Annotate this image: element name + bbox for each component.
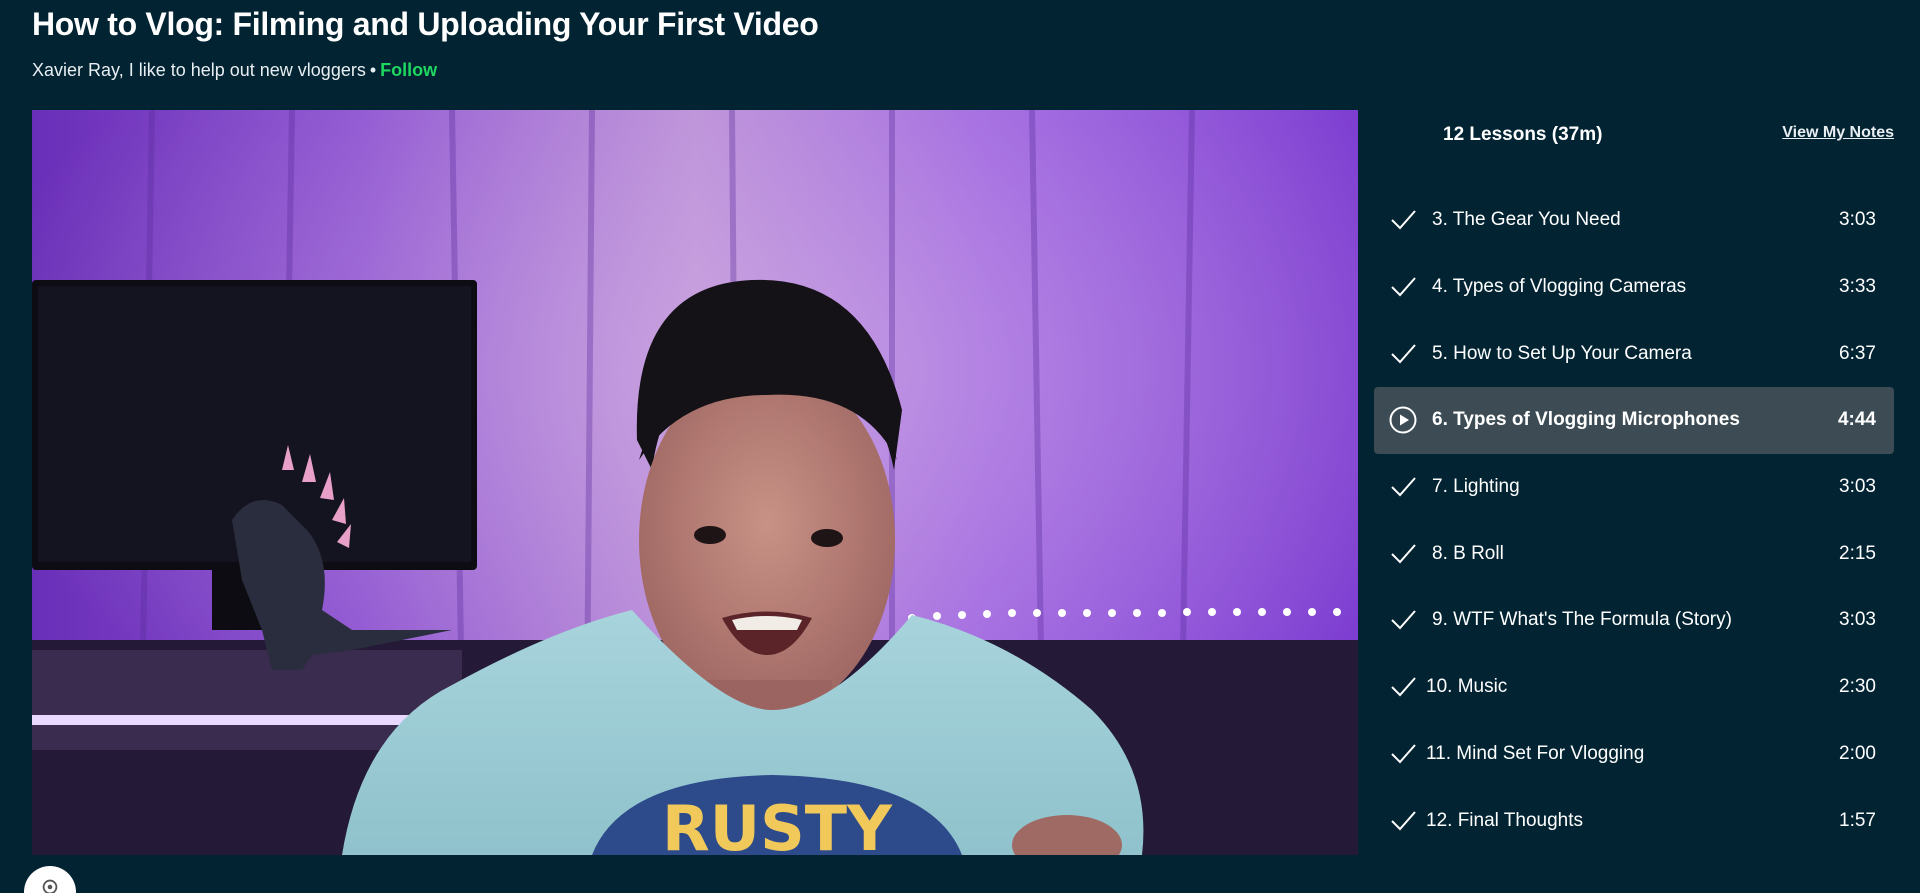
lesson-duration: 2:00	[1839, 742, 1876, 764]
check-icon	[1388, 272, 1418, 302]
lesson-title: 5. How to Set Up Your Camera	[1432, 342, 1692, 364]
check-icon	[1388, 806, 1418, 836]
lessons-count-header: 12 Lessons (37m)	[1443, 124, 1603, 145]
video-player[interactable]: RUSTY	[32, 110, 1358, 855]
lesson-title: 4. Types of Vlogging Cameras	[1432, 276, 1687, 298]
lesson-duration: 3:33	[1839, 276, 1876, 298]
lesson-title: 9. WTF What's The Formula (Story)	[1432, 609, 1732, 631]
check-icon	[1388, 672, 1418, 702]
lesson-item[interactable]: 10. Music 2:30	[1374, 654, 1894, 721]
byline-separator: •	[369, 60, 377, 80]
lesson-title: 12. Final Thoughts	[1426, 809, 1584, 831]
check-icon	[1388, 472, 1418, 502]
video-frame: RUSTY	[32, 110, 1358, 855]
lesson-list: 3. The Gear You Need 3:03 4. Types of Vl…	[1374, 187, 1894, 854]
check-icon	[1388, 605, 1418, 635]
lesson-duration: 4:44	[1837, 409, 1876, 431]
lesson-item[interactable]: 3. The Gear You Need 3:03	[1374, 187, 1894, 254]
play-circle-icon	[1388, 405, 1418, 435]
check-icon	[1388, 739, 1418, 769]
lesson-item[interactable]: 11. Mind Set For Vlogging 2:00	[1374, 721, 1894, 788]
check-icon	[1388, 539, 1418, 569]
course-byline: Xavier Ray, I like to help out new vlogg…	[32, 60, 437, 81]
course-player-page: How to Vlog: Filming and Uploading Your …	[0, 0, 1920, 893]
lesson-title: 3. The Gear You Need	[1432, 209, 1621, 231]
check-icon	[1388, 205, 1418, 235]
lesson-item[interactable]: 4. Types of Vlogging Cameras 3:33	[1374, 254, 1894, 321]
lesson-item[interactable]: 5. How to Set Up Your Camera 6:37	[1374, 320, 1894, 387]
lesson-duration: 3:03	[1839, 609, 1876, 631]
lesson-item[interactable]: 8. B Roll 2:15	[1374, 520, 1894, 587]
follow-button[interactable]: Follow	[380, 60, 437, 80]
lesson-title: 6. Types of Vlogging Microphones	[1432, 409, 1740, 431]
lesson-title: 11. Mind Set For Vlogging	[1426, 742, 1645, 764]
lesson-item[interactable]: 7. Lighting 3:03	[1374, 454, 1894, 521]
lesson-duration: 2:30	[1839, 676, 1876, 698]
check-icon	[1388, 339, 1418, 369]
lesson-title: 8. B Roll	[1432, 542, 1504, 564]
lesson-duration: 1:57	[1839, 809, 1876, 831]
lesson-duration: 6:37	[1839, 342, 1876, 364]
settings-button[interactable]	[24, 866, 76, 893]
gear-icon	[39, 876, 61, 893]
lesson-item-active[interactable]: 6. Types of Vlogging Microphones 4:44	[1374, 387, 1894, 454]
shirt-text: RUSTY	[662, 792, 893, 855]
lesson-duration: 3:03	[1839, 476, 1876, 498]
course-title: How to Vlog: Filming and Uploading Your …	[32, 6, 819, 42]
author-line: Xavier Ray, I like to help out new vlogg…	[32, 60, 366, 80]
lesson-duration: 2:15	[1839, 542, 1876, 564]
lesson-title: 7. Lighting	[1432, 476, 1520, 498]
lesson-item[interactable]: 9. WTF What's The Formula (Story) 3:03	[1374, 587, 1894, 654]
lesson-title: 10. Music	[1426, 676, 1508, 698]
lesson-item[interactable]: 12. Final Thoughts 1:57	[1374, 787, 1894, 854]
lesson-duration: 3:03	[1839, 209, 1876, 231]
view-my-notes-link[interactable]: View My Notes	[1782, 124, 1894, 142]
